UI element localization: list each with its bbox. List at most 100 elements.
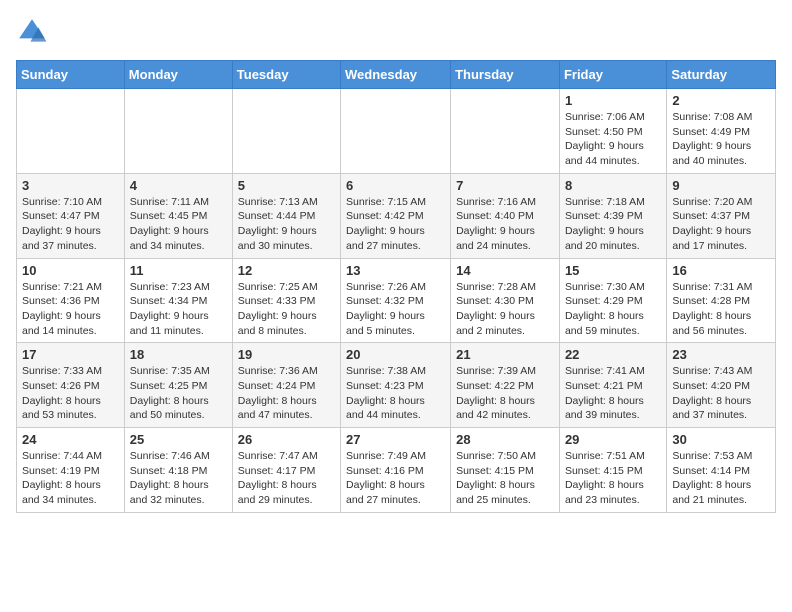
day-cell: 30 Sunrise: 7:53 AM Sunset: 4:14 PM Dayli… xyxy=(667,428,776,513)
day-number: 10 xyxy=(22,263,119,278)
dow-header-friday: Friday xyxy=(559,61,666,89)
day-cell: 26 Sunrise: 7:47 AM Sunset: 4:17 PM Dayli… xyxy=(232,428,340,513)
day-cell: 3Sunrise: 7:10 AM Sunset: 4:47 PM Daylig… xyxy=(17,173,125,258)
logo-icon xyxy=(16,16,48,48)
day-number: 25 xyxy=(130,432,227,447)
day-number: 17 xyxy=(22,347,119,362)
day-info: Sunrise: 7:35 AM Sunset: 4:25 PM Dayligh… xyxy=(130,364,227,423)
day-info: Sunrise: 7:16 AM Sunset: 4:40 PM Dayligh… xyxy=(456,195,554,254)
day-info: Sunrise: 7:41 AM Sunset: 4:21 PM Dayligh… xyxy=(565,364,661,423)
day-number: 24 xyxy=(22,432,119,447)
day-info: Sunrise: 7:18 AM Sunset: 4:39 PM Dayligh… xyxy=(565,195,661,254)
days-of-week-row: SundayMondayTuesdayWednesdayThursdayFrid… xyxy=(17,61,776,89)
day-number: 14 xyxy=(456,263,554,278)
day-cell: 9Sunrise: 7:20 AM Sunset: 4:37 PM Daylig… xyxy=(667,173,776,258)
day-cell: 23 Sunrise: 7:43 AM Sunset: 4:20 PM Dayli… xyxy=(667,343,776,428)
day-cell xyxy=(341,89,451,174)
week-row-1: 1 Sunrise: 7:06 AM Sunset: 4:50 PM Daylig… xyxy=(17,89,776,174)
day-info: Sunrise: 7:28 AM Sunset: 4:30 PM Dayligh… xyxy=(456,280,554,339)
day-info: Sunrise: 7:53 AM Sunset: 4:14 PM Dayligh… xyxy=(672,449,770,508)
day-info: Sunrise: 7:33 AM Sunset: 4:26 PM Dayligh… xyxy=(22,364,119,423)
day-cell: 6Sunrise: 7:15 AM Sunset: 4:42 PM Daylig… xyxy=(341,173,451,258)
day-info: Sunrise: 7:08 AM Sunset: 4:49 PM Dayligh… xyxy=(672,110,770,169)
day-number: 2 xyxy=(672,93,770,108)
day-number: 9 xyxy=(672,178,770,193)
day-info: Sunrise: 7:51 AM Sunset: 4:15 PM Dayligh… xyxy=(565,449,661,508)
day-cell: 29 Sunrise: 7:51 AM Sunset: 4:15 PM Dayli… xyxy=(559,428,666,513)
day-info: Sunrise: 7:47 AM Sunset: 4:17 PM Dayligh… xyxy=(238,449,335,508)
day-number: 18 xyxy=(130,347,227,362)
day-cell: 13Sunrise: 7:26 AM Sunset: 4:32 PM Dayli… xyxy=(341,258,451,343)
day-cell: 4Sunrise: 7:11 AM Sunset: 4:45 PM Daylig… xyxy=(124,173,232,258)
week-row-3: 10 Sunrise: 7:21 AM Sunset: 4:36 PM Dayli… xyxy=(17,258,776,343)
day-number: 1 xyxy=(565,93,661,108)
calendar: SundayMondayTuesdayWednesdayThursdayFrid… xyxy=(16,60,776,513)
day-cell: 5 Sunrise: 7:13 AM Sunset: 4:44 PM Daylig… xyxy=(232,173,340,258)
dow-header-tuesday: Tuesday xyxy=(232,61,340,89)
day-number: 7 xyxy=(456,178,554,193)
day-cell: 16Sunrise: 7:31 AM Sunset: 4:28 PM Dayli… xyxy=(667,258,776,343)
day-info: Sunrise: 7:13 AM Sunset: 4:44 PM Dayligh… xyxy=(238,195,335,254)
day-info: Sunrise: 7:21 AM Sunset: 4:36 PM Dayligh… xyxy=(22,280,119,339)
day-number: 15 xyxy=(565,263,661,278)
day-number: 28 xyxy=(456,432,554,447)
day-info: Sunrise: 7:39 AM Sunset: 4:22 PM Dayligh… xyxy=(456,364,554,423)
day-cell: 20 Sunrise: 7:38 AM Sunset: 4:23 PM Dayli… xyxy=(341,343,451,428)
day-number: 12 xyxy=(238,263,335,278)
day-info: Sunrise: 7:50 AM Sunset: 4:15 PM Dayligh… xyxy=(456,449,554,508)
day-cell: 12 Sunrise: 7:25 AM Sunset: 4:33 PM Dayli… xyxy=(232,258,340,343)
day-info: Sunrise: 7:36 AM Sunset: 4:24 PM Dayligh… xyxy=(238,364,335,423)
day-info: Sunrise: 7:49 AM Sunset: 4:16 PM Dayligh… xyxy=(346,449,445,508)
day-cell xyxy=(17,89,125,174)
week-row-5: 24Sunrise: 7:44 AM Sunset: 4:19 PM Dayli… xyxy=(17,428,776,513)
day-cell: 25 Sunrise: 7:46 AM Sunset: 4:18 PM Dayli… xyxy=(124,428,232,513)
dow-header-thursday: Thursday xyxy=(451,61,560,89)
day-info: Sunrise: 7:10 AM Sunset: 4:47 PM Dayligh… xyxy=(22,195,119,254)
calendar-body: 1 Sunrise: 7:06 AM Sunset: 4:50 PM Daylig… xyxy=(17,89,776,513)
day-number: 30 xyxy=(672,432,770,447)
day-number: 26 xyxy=(238,432,335,447)
day-cell: 8 Sunrise: 7:18 AM Sunset: 4:39 PM Daylig… xyxy=(559,173,666,258)
day-cell: 18 Sunrise: 7:35 AM Sunset: 4:25 PM Dayli… xyxy=(124,343,232,428)
day-number: 6 xyxy=(346,178,445,193)
day-info: Sunrise: 7:38 AM Sunset: 4:23 PM Dayligh… xyxy=(346,364,445,423)
day-info: Sunrise: 7:23 AM Sunset: 4:34 PM Dayligh… xyxy=(130,280,227,339)
day-number: 23 xyxy=(672,347,770,362)
day-cell: 28 Sunrise: 7:50 AM Sunset: 4:15 PM Dayli… xyxy=(451,428,560,513)
week-row-2: 3Sunrise: 7:10 AM Sunset: 4:47 PM Daylig… xyxy=(17,173,776,258)
dow-header-monday: Monday xyxy=(124,61,232,89)
week-row-4: 17 Sunrise: 7:33 AM Sunset: 4:26 PM Dayli… xyxy=(17,343,776,428)
day-cell: 15 Sunrise: 7:30 AM Sunset: 4:29 PM Dayli… xyxy=(559,258,666,343)
header xyxy=(16,16,776,48)
day-number: 8 xyxy=(565,178,661,193)
day-cell: 10 Sunrise: 7:21 AM Sunset: 4:36 PM Dayli… xyxy=(17,258,125,343)
day-info: Sunrise: 7:31 AM Sunset: 4:28 PM Dayligh… xyxy=(672,280,770,339)
day-cell: 27 Sunrise: 7:49 AM Sunset: 4:16 PM Dayli… xyxy=(341,428,451,513)
day-number: 5 xyxy=(238,178,335,193)
day-number: 29 xyxy=(565,432,661,447)
day-cell: 22 Sunrise: 7:41 AM Sunset: 4:21 PM Dayli… xyxy=(559,343,666,428)
dow-header-wednesday: Wednesday xyxy=(341,61,451,89)
day-number: 20 xyxy=(346,347,445,362)
day-cell: 14 Sunrise: 7:28 AM Sunset: 4:30 PM Dayli… xyxy=(451,258,560,343)
day-cell: 2 Sunrise: 7:08 AM Sunset: 4:49 PM Daylig… xyxy=(667,89,776,174)
day-cell: 24Sunrise: 7:44 AM Sunset: 4:19 PM Dayli… xyxy=(17,428,125,513)
day-cell: 17 Sunrise: 7:33 AM Sunset: 4:26 PM Dayli… xyxy=(17,343,125,428)
dow-header-sunday: Sunday xyxy=(17,61,125,89)
day-number: 4 xyxy=(130,178,227,193)
day-info: Sunrise: 7:43 AM Sunset: 4:20 PM Dayligh… xyxy=(672,364,770,423)
day-cell: 7 Sunrise: 7:16 AM Sunset: 4:40 PM Daylig… xyxy=(451,173,560,258)
day-number: 19 xyxy=(238,347,335,362)
day-info: Sunrise: 7:25 AM Sunset: 4:33 PM Dayligh… xyxy=(238,280,335,339)
day-cell: 11Sunrise: 7:23 AM Sunset: 4:34 PM Dayli… xyxy=(124,258,232,343)
day-cell xyxy=(451,89,560,174)
day-number: 27 xyxy=(346,432,445,447)
day-info: Sunrise: 7:46 AM Sunset: 4:18 PM Dayligh… xyxy=(130,449,227,508)
day-cell xyxy=(124,89,232,174)
day-info: Sunrise: 7:30 AM Sunset: 4:29 PM Dayligh… xyxy=(565,280,661,339)
day-number: 22 xyxy=(565,347,661,362)
logo xyxy=(16,16,52,48)
day-cell xyxy=(232,89,340,174)
day-cell: 19 Sunrise: 7:36 AM Sunset: 4:24 PM Dayli… xyxy=(232,343,340,428)
day-info: Sunrise: 7:06 AM Sunset: 4:50 PM Dayligh… xyxy=(565,110,661,169)
